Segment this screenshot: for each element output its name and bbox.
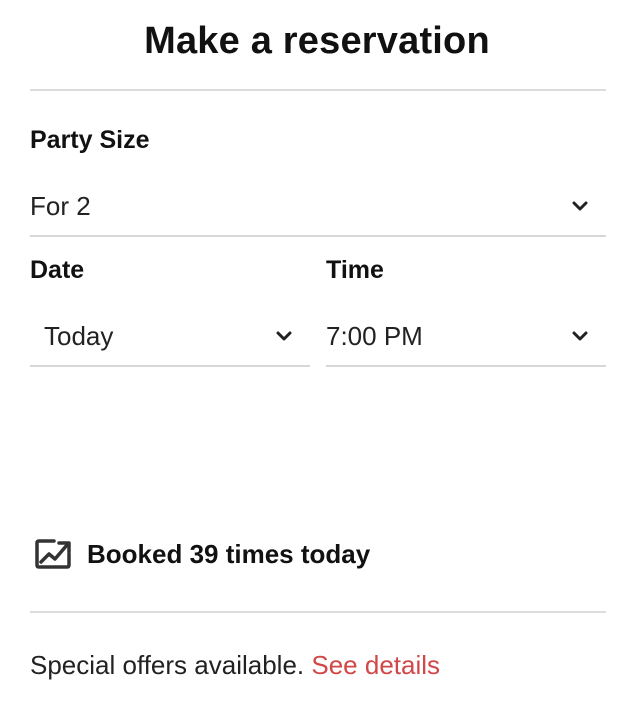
date-select[interactable]: Today bbox=[30, 307, 310, 367]
time-label: Time bbox=[326, 256, 384, 284]
time-value: 7:00 PM bbox=[326, 320, 423, 351]
special-offers-text: Special offers available. bbox=[30, 650, 305, 680]
date-label: Date bbox=[30, 256, 85, 284]
chevron-down-icon bbox=[276, 330, 292, 342]
see-details-link[interactable]: See details bbox=[311, 650, 440, 680]
party-size-label: Party Size bbox=[30, 126, 150, 154]
page-title: Make a reservation bbox=[144, 20, 490, 62]
time-select[interactable]: 7:00 PM bbox=[326, 307, 606, 367]
divider bbox=[30, 89, 606, 91]
party-size-select[interactable]: For 2 bbox=[30, 177, 606, 237]
chevron-down-icon bbox=[572, 200, 588, 212]
special-offers: Special offers available. See details bbox=[30, 650, 440, 681]
trending-up-icon bbox=[34, 538, 72, 570]
party-size-value: For 2 bbox=[30, 190, 91, 221]
booked-text: Booked 39 times today bbox=[87, 538, 371, 569]
date-value: Today bbox=[44, 320, 114, 351]
booked-count: Booked 39 times today bbox=[34, 538, 370, 570]
chevron-down-icon bbox=[572, 330, 588, 342]
divider bbox=[30, 611, 606, 613]
